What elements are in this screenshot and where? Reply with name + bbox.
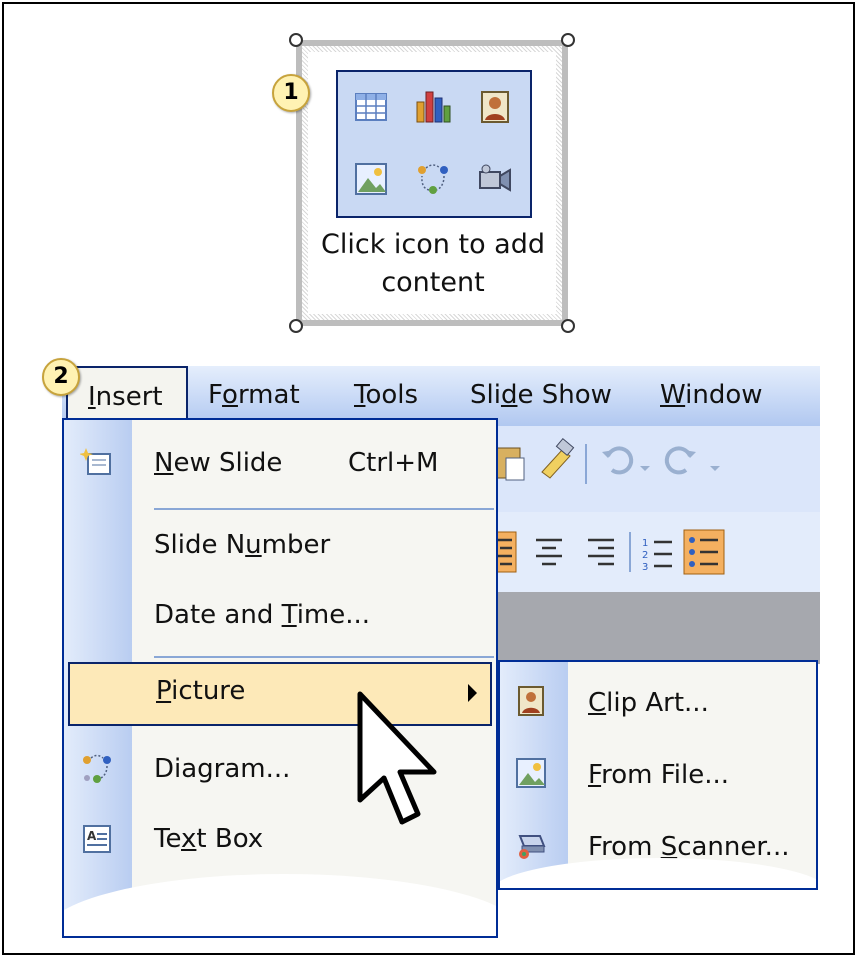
new-slide-shortcut: Ctrl+M (348, 448, 439, 478)
new-slide-label: New Slide (154, 448, 283, 478)
date-time-label: Date and Time... (154, 600, 371, 630)
step-2-badge: 2 (42, 358, 80, 396)
menu-item-slide-number[interactable]: Slide Number (64, 516, 496, 580)
text-box-label: Text Box (154, 824, 264, 854)
menu-bar: Insert Format Tools Slide Show Window (62, 366, 820, 426)
menu-format-label-pre: F (208, 380, 223, 410)
numbering-icon[interactable]: 123 (642, 538, 672, 573)
paste-icon[interactable] (495, 447, 525, 481)
diagram-label: Diagram... (154, 754, 291, 784)
align-center-icon[interactable] (536, 538, 562, 566)
table-icon[interactable] (352, 88, 390, 126)
step-1-badge: 1 (272, 74, 310, 112)
menu-separator (154, 656, 494, 658)
undo-icon[interactable] (602, 446, 650, 475)
menu-insert-accel: I (88, 382, 96, 412)
svg-text:2: 2 (642, 550, 648, 561)
menu-item-date-time[interactable]: Date and Time... (64, 586, 496, 650)
clipart-icon[interactable] (476, 88, 514, 126)
menu-slide-show-label-pre: Sli (470, 380, 501, 410)
content-icon-palette (336, 70, 532, 218)
scanner-icon (518, 835, 546, 859)
menu-insert[interactable]: Insert (66, 366, 188, 426)
svg-text:3: 3 (642, 562, 648, 573)
picture-submenu: Clip Art... From File... From Scanner... (498, 660, 818, 890)
svg-text:A: A (87, 829, 97, 843)
placeholder-hint-text: Click icon to add content (306, 226, 560, 302)
resize-handle-top-left[interactable] (289, 33, 303, 47)
picture-icon (516, 758, 546, 788)
new-slide-icon (80, 448, 111, 475)
diagram-icon (83, 754, 111, 783)
svg-text:1: 1 (642, 538, 648, 549)
from-file-label: From File... (588, 760, 729, 790)
menu-separator (154, 508, 494, 510)
diagram-icon[interactable] (414, 160, 452, 198)
align-right-icon[interactable] (588, 538, 614, 566)
submenu-item-clip-art[interactable]: Clip Art... (500, 670, 816, 738)
from-scanner-label: From Scanner... (588, 832, 790, 862)
menu-window-label: indow (685, 380, 763, 410)
submenu-item-from-scanner[interactable]: From Scanner... (500, 814, 816, 882)
menu-slide-show[interactable]: Slide Show (470, 380, 612, 410)
menu-tools-accel: T (354, 380, 366, 410)
format-painter-icon[interactable] (541, 437, 575, 479)
resize-handle-top-right[interactable] (561, 33, 575, 47)
menu-tools-label: ools (365, 380, 419, 410)
menu-format-accel: o (222, 380, 238, 410)
bullets-active-icon[interactable] (683, 529, 725, 575)
placeholder-hint-line1: Click icon to add (321, 229, 545, 260)
picture-icon[interactable] (352, 160, 390, 198)
menu-window[interactable]: Window (660, 380, 763, 410)
clipart-icon (518, 686, 544, 716)
slide-number-label: Slide Number (154, 530, 331, 560)
submenu-arrow-icon (468, 684, 477, 702)
menu-insert-label: nsert (95, 382, 163, 412)
menu-slide-show-accel: d (500, 380, 518, 410)
clip-art-label: Clip Art... (588, 688, 709, 718)
resize-handle-bottom-right[interactable] (561, 319, 575, 333)
menu-slide-show-label: e Show (517, 380, 612, 410)
redo-icon[interactable] (664, 446, 720, 475)
formatting-toolbar: 123 (490, 512, 820, 592)
insert-menu: New Slide Ctrl+M Slide Number Date and T… (62, 418, 498, 938)
menu-item-new-slide[interactable]: New Slide Ctrl+M (64, 434, 496, 498)
menu-window-accel: W (660, 380, 686, 410)
mouse-pointer-icon (357, 691, 437, 825)
menu-format-label: rmat (237, 380, 300, 410)
resize-handle-bottom-left[interactable] (289, 319, 303, 333)
menu-tools[interactable]: Tools (354, 380, 418, 410)
workspace-background (490, 592, 820, 664)
menu-format[interactable]: Format (208, 380, 300, 410)
text-box-icon: A (83, 825, 111, 853)
picture-label: Picture (156, 676, 246, 706)
media-clip-icon[interactable] (476, 160, 514, 198)
chart-icon[interactable] (414, 86, 452, 124)
submenu-item-from-file[interactable]: From File... (500, 742, 816, 810)
placeholder-hint-line2: content (381, 267, 485, 298)
